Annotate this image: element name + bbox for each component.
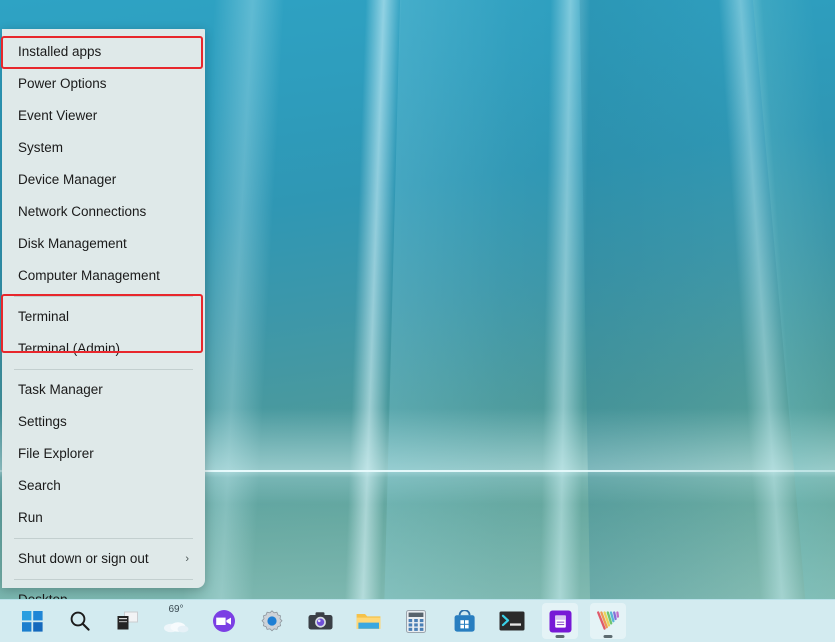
menu-item-terminal-admin[interactable]: Terminal (Admin): [2, 333, 205, 365]
terminal-button[interactable]: [494, 603, 530, 639]
weather-temperature: 69°: [168, 604, 183, 615]
menu-item-label: Device Manager: [18, 172, 116, 187]
menu-item-label: Search: [18, 478, 61, 493]
camera-icon: [308, 611, 333, 631]
folder-icon: [356, 611, 381, 631]
winx-power-user-menu: Installed apps Power Options Event Viewe…: [2, 29, 205, 588]
menu-item-label: Settings: [18, 414, 67, 429]
search-button[interactable]: [62, 603, 98, 639]
menu-group-tools: Task Manager Settings File Explorer Sear…: [2, 374, 205, 534]
task-view-icon: [117, 611, 139, 631]
menu-item-system[interactable]: System: [2, 132, 205, 164]
menu-item-task-manager[interactable]: Task Manager: [2, 374, 205, 406]
taskbar: 69°: [0, 599, 835, 642]
notebook-icon: [549, 610, 572, 633]
menu-item-label: Computer Management: [18, 268, 160, 283]
wallpaper-ribbon: [717, 0, 807, 640]
chevron-right-icon: ›: [185, 543, 189, 575]
stripes-app-button[interactable]: [590, 603, 626, 639]
menu-item-label: Task Manager: [18, 382, 103, 397]
menu-item-disk-management[interactable]: Disk Management: [2, 228, 205, 260]
menu-item-shut-down-or-sign-out[interactable]: Shut down or sign out ›: [2, 543, 205, 575]
wallpaper-ribbon: [751, 0, 835, 640]
menu-separator: [14, 296, 193, 297]
menu-item-run[interactable]: Run: [2, 502, 205, 534]
search-icon: [69, 610, 91, 632]
menu-item-label: Disk Management: [18, 236, 127, 251]
microsoft-store-button[interactable]: [446, 603, 482, 639]
camera-button[interactable]: [302, 603, 338, 639]
chat-video-icon: [212, 609, 236, 633]
cloud-icon: [163, 619, 189, 633]
menu-item-label: Power Options: [18, 76, 107, 91]
menu-item-network-connections[interactable]: Network Connections: [2, 196, 205, 228]
menu-separator: [14, 369, 193, 370]
menu-separator: [14, 538, 193, 539]
menu-group-system: Installed apps Power Options Event Viewe…: [2, 36, 205, 292]
gear-icon: [260, 609, 284, 633]
wallpaper-ribbon: [383, 0, 560, 640]
menu-item-label: Shut down or sign out: [18, 551, 149, 566]
menu-item-label: Event Viewer: [18, 108, 97, 123]
chat-button[interactable]: [206, 603, 242, 639]
desktop-screen: Installed apps Power Options Event Viewe…: [0, 0, 835, 642]
weather-widget[interactable]: 69°: [158, 603, 194, 639]
running-indicator: [556, 635, 565, 638]
menu-item-settings[interactable]: Settings: [2, 406, 205, 438]
windows-logo-icon: [22, 611, 43, 632]
terminal-prompt-icon: [499, 611, 525, 631]
menu-item-device-manager[interactable]: Device Manager: [2, 164, 205, 196]
menu-group-shutdown: Shut down or sign out ›: [2, 543, 205, 575]
menu-item-label: Terminal: [18, 309, 69, 324]
menu-item-event-viewer[interactable]: Event Viewer: [2, 100, 205, 132]
calculator-icon: [406, 610, 426, 633]
menu-item-label: Network Connections: [18, 204, 146, 219]
wallpaper-ribbon: [579, 0, 761, 640]
file-explorer-button[interactable]: [350, 603, 386, 639]
menu-item-file-explorer[interactable]: File Explorer: [2, 438, 205, 470]
calculator-button[interactable]: [398, 603, 434, 639]
task-view-button[interactable]: [110, 603, 146, 639]
notes-app-button[interactable]: [542, 603, 578, 639]
wallpaper-ribbon: [343, 0, 402, 640]
shopping-bag-icon: [453, 610, 476, 633]
menu-item-label: Terminal (Admin): [18, 341, 120, 356]
menu-item-label: System: [18, 140, 63, 155]
menu-item-label: File Explorer: [18, 446, 94, 461]
settings-button[interactable]: [254, 603, 290, 639]
menu-item-computer-management[interactable]: Computer Management: [2, 260, 205, 292]
menu-separator: [14, 579, 193, 580]
menu-item-label: Installed apps: [18, 44, 101, 59]
wallpaper-ribbon: [539, 0, 591, 640]
menu-item-installed-apps[interactable]: Installed apps: [2, 36, 205, 68]
rainbow-stripes-icon: [595, 610, 621, 632]
start-button[interactable]: [14, 603, 50, 639]
menu-item-search[interactable]: Search: [2, 470, 205, 502]
running-indicator: [604, 635, 613, 638]
menu-item-power-options[interactable]: Power Options: [2, 68, 205, 100]
menu-item-label: Run: [18, 510, 43, 525]
menu-item-terminal[interactable]: Terminal: [2, 301, 205, 333]
taskbar-icon-strip: 69°: [0, 603, 626, 639]
menu-group-terminal: Terminal Terminal (Admin): [2, 301, 205, 365]
